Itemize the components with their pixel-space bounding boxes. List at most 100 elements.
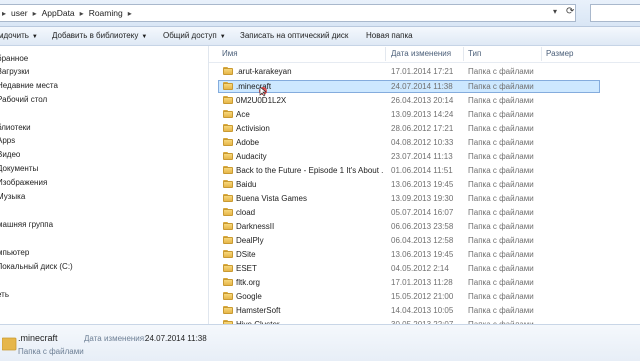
file-row[interactable]: HamsterSoft 14.04.2013 10:05 Папка с файла…	[209, 304, 640, 317]
file-row[interactable]: ESET 04.05.2012 2:14 Папка с файлами	[209, 262, 640, 275]
file-type: Папка с файлами	[468, 194, 534, 203]
selected-date-label: Дата изменения:	[84, 334, 147, 343]
file-row[interactable]: 0M2U0D1L2X 26.04.2013 20:14 Папка с файлам…	[209, 94, 640, 107]
folder-icon	[223, 138, 233, 146]
file-type: Папка с файлами	[468, 124, 534, 133]
folder-icon	[223, 124, 233, 132]
mouse-cursor-icon	[259, 86, 267, 97]
file-row[interactable]: DarknessII 06.06.2013 23:58 Папка с файлам…	[209, 220, 640, 233]
column-header-date[interactable]: Дата изменения	[391, 49, 451, 58]
folder-icon	[223, 96, 233, 104]
file-date: 17.01.2013 11:28	[391, 278, 453, 287]
file-date: 23.07.2014 11:13	[391, 152, 453, 161]
file-row[interactable]: Ace 13.09.2013 14:24 Папка с файлами	[209, 108, 640, 121]
chevron-right-icon[interactable]: ▸	[33, 9, 37, 18]
address-dropdown-icon[interactable]: ▾	[553, 7, 557, 16]
folder-icon	[223, 208, 233, 216]
folder-icon	[223, 67, 233, 75]
address-bar-area: ▸ user ▸ AppData ▸ Roaming ▸ ▾ ⟳	[0, 0, 640, 27]
folder-icon	[223, 180, 233, 188]
nav-libraries[interactable]: блиотеки	[0, 123, 31, 132]
file-type: Папка с файлами	[468, 110, 534, 119]
file-date: 14.04.2013 10:05	[391, 306, 454, 315]
chevron-right-icon[interactable]: ▸	[80, 9, 84, 18]
breadcrumb: ▸ user ▸ AppData ▸ Roaming ▸	[0, 8, 137, 18]
file-row[interactable]: Activision 28.06.2012 17:21 Папка с файлам…	[209, 122, 640, 135]
file-row[interactable]: DealPly 06.04.2013 12:58 Папка с файлами	[209, 234, 640, 247]
file-name: Buena Vista Games	[236, 194, 308, 203]
column-header-type[interactable]: Тип	[468, 49, 481, 58]
file-row[interactable]: Buena Vista Games 13.09.2013 19:30 Папка с…	[209, 192, 640, 205]
file-row[interactable]: Back to the Future - Episode 1 It's Abou…	[209, 164, 640, 177]
file-row[interactable]: DSite 13.06.2013 19:45 Папка с файлами	[209, 248, 640, 261]
chevron-down-icon: ▼	[219, 34, 226, 40]
column-divider[interactable]	[541, 47, 542, 61]
folder-icon	[223, 250, 233, 258]
folder-icon	[223, 110, 233, 118]
chevron-right-icon[interactable]: ▸	[128, 9, 132, 18]
new-folder-button[interactable]: Новая папка	[366, 31, 413, 40]
nav-documents[interactable]: Документы	[0, 164, 38, 173]
file-row[interactable]: Google 15.05.2012 21:00 Папка с файлами	[209, 290, 640, 303]
file-date: 05.07.2014 16:07	[391, 208, 454, 217]
breadcrumb-user[interactable]: user	[11, 8, 28, 18]
breadcrumb-appdata[interactable]: AppData	[42, 8, 75, 18]
breadcrumb-roaming[interactable]: Roaming	[89, 8, 123, 18]
folder-icon	[223, 306, 233, 314]
nav-music[interactable]: Музыка	[0, 192, 25, 201]
file-type: Папка с файлами	[468, 306, 534, 315]
folder-icon	[223, 264, 233, 272]
column-header-size[interactable]: Размер	[546, 49, 574, 58]
file-name: DSite	[236, 250, 256, 259]
file-type: Папка с файлами	[468, 236, 534, 245]
address-bar[interactable]: ▸ user ▸ AppData ▸ Roaming ▸	[0, 4, 576, 22]
folder-icon	[223, 292, 233, 300]
file-row[interactable]: Baidu 13.06.2013 19:45 Папка с файлами	[209, 178, 640, 191]
folder-icon	[223, 278, 233, 286]
open-button[interactable]: мдочить ▼	[0, 31, 38, 40]
file-type: Папка с файлами	[468, 138, 534, 147]
nav-homegroup[interactable]: машняя группа	[0, 220, 53, 229]
folder-icon	[223, 194, 233, 202]
nav-videos[interactable]: Видео	[0, 150, 20, 159]
nav-network[interactable]: еть	[0, 290, 9, 299]
file-type: Папка с файлами	[468, 208, 534, 217]
file-date: 26.04.2013 20:14	[391, 96, 454, 105]
chevron-down-icon: ▼	[141, 34, 148, 40]
nav-apps[interactable]: Apps	[0, 136, 15, 145]
burn-button[interactable]: Записать на оптический диск	[240, 31, 348, 40]
file-name: Back to the Future - Episode 1 It's Abou…	[236, 166, 384, 175]
selected-date-value: 24.07.2014 11:38	[145, 334, 207, 343]
selected-item-type: Папка с файлами	[18, 347, 84, 356]
nav-pictures[interactable]: Изображения	[0, 178, 47, 187]
file-name: .arut-karakeyan	[236, 67, 292, 76]
file-row-selected[interactable]: .minecraft 24.07.2014 11:38 Папка с файлам…	[209, 80, 640, 93]
file-date: 13.06.2013 19:45	[391, 180, 454, 189]
file-name: ESET	[236, 264, 257, 273]
file-row[interactable]: Adobe 04.08.2012 10:33 Папка с файлами	[209, 136, 640, 149]
file-row[interactable]: .arut-karakeyan 17.01.2014 17:21 Папка с ф…	[209, 65, 640, 78]
column-divider[interactable]	[385, 47, 386, 61]
folder-icon	[223, 236, 233, 244]
file-row[interactable]: cload 05.07.2014 16:07 Папка с файлами	[209, 206, 640, 219]
column-header-row: Имя Дата изменения Тип Размер	[209, 46, 640, 63]
nav-computer[interactable]: мпьютер	[0, 248, 29, 257]
search-input[interactable]	[590, 4, 640, 22]
file-name: fltk.org	[236, 278, 261, 287]
file-row[interactable]: fltk.org 17.01.2013 11:28 Папка с файлами	[209, 276, 640, 289]
file-row[interactable]: Audacity 23.07.2014 11:13 Папка с файлами	[209, 150, 640, 163]
refresh-icon[interactable]: ⟳	[566, 6, 574, 17]
column-divider[interactable]	[463, 47, 464, 61]
nav-local-disk-c[interactable]: Локальный диск (C:)	[0, 262, 73, 271]
file-name: HamsterSoft	[236, 306, 281, 315]
share-button[interactable]: Общий доступ ▼	[163, 31, 226, 40]
folder-icon	[223, 222, 233, 230]
column-header-name[interactable]: Имя	[222, 49, 238, 58]
command-bar: мдочить ▼ Добавить в библиотеку ▼ Общий до…	[0, 27, 640, 46]
nav-favorites[interactable]: бранное	[0, 54, 28, 63]
add-to-library-button[interactable]: Добавить в библиотеку ▼	[52, 31, 147, 40]
nav-recent-places[interactable]: Недавние места	[0, 81, 58, 90]
nav-downloads[interactable]: Загрузки	[0, 67, 29, 76]
nav-desktop[interactable]: Рабочий стол	[0, 95, 47, 104]
file-date: 28.06.2012 17:21	[391, 124, 454, 133]
